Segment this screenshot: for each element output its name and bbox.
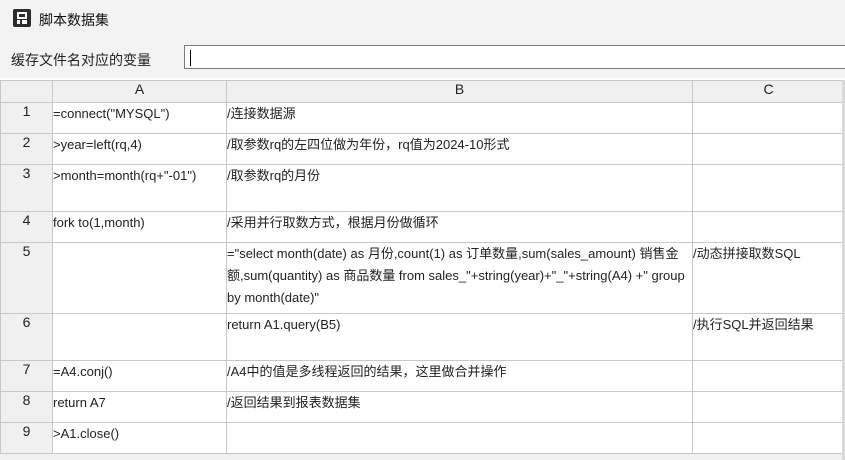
- title-bar: 脚本数据集: [0, 0, 845, 38]
- cell-a3[interactable]: >month=month(rq+"-01"): [52, 164, 227, 212]
- cell-c7[interactable]: [692, 360, 845, 392]
- cell-b8[interactable]: /返回结果到报表数据集: [226, 391, 693, 423]
- cell-b3[interactable]: /取参数rq的月份: [226, 164, 693, 212]
- cell-b6[interactable]: return A1.query(B5): [226, 313, 693, 361]
- cell-a7[interactable]: =A4.conj(): [52, 360, 227, 392]
- table-row: 1 =connect("MYSQL") /连接数据源: [0, 102, 845, 134]
- table-row: 7 =A4.conj() /A4中的值是多线程返回的结果，这里做合并操作: [0, 360, 845, 392]
- variable-label: 缓存文件名对应的变量: [11, 52, 151, 68]
- window-title: 脚本数据集: [39, 12, 109, 28]
- cell-b2[interactable]: /取参数rq的左四位做为年份，rq值为2024-10形式: [226, 133, 693, 165]
- cell-c9[interactable]: [692, 422, 845, 454]
- row-header[interactable]: 8: [0, 391, 53, 423]
- cell-b7[interactable]: /A4中的值是多线程返回的结果，这里做合并操作: [226, 360, 693, 392]
- row-header[interactable]: 9: [0, 422, 53, 454]
- row-header[interactable]: 6: [0, 313, 53, 361]
- column-header-a[interactable]: A: [52, 80, 227, 103]
- cell-a4[interactable]: fork to(1,month): [52, 211, 227, 243]
- cell-b9[interactable]: [226, 422, 693, 454]
- row-header[interactable]: 2: [0, 133, 53, 165]
- cell-b4[interactable]: /采用并行取数方式，根据月份做循环: [226, 211, 693, 243]
- cell-c1[interactable]: [692, 102, 845, 134]
- table-row: 4 fork to(1,month) /采用并行取数方式，根据月份做循环: [0, 211, 845, 243]
- cell-c2[interactable]: [692, 133, 845, 165]
- table-row: 9 >A1.close(): [0, 422, 845, 454]
- cell-c8[interactable]: [692, 391, 845, 423]
- cell-a1[interactable]: =connect("MYSQL"): [52, 102, 227, 134]
- cell-a2[interactable]: >year=left(rq,4): [52, 133, 227, 165]
- cell-c5[interactable]: /动态拼接取数SQL: [692, 242, 845, 314]
- grid-corner[interactable]: [0, 80, 53, 103]
- column-header-c[interactable]: C: [692, 80, 845, 103]
- column-header-b[interactable]: B: [226, 80, 693, 103]
- table-row: 8 return A7 /返回结果到报表数据集: [0, 391, 845, 423]
- row-header[interactable]: 3: [0, 164, 53, 212]
- cell-a9[interactable]: >A1.close(): [52, 422, 227, 454]
- cell-a5[interactable]: [52, 242, 227, 314]
- table-row: 5 ="select month(date) as 月份,count(1) as…: [0, 242, 845, 314]
- cell-b5[interactable]: ="select month(date) as 月份,count(1) as 订…: [226, 242, 693, 314]
- cell-b1[interactable]: /连接数据源: [226, 102, 693, 134]
- table-row: 3 >month=month(rq+"-01") /取参数rq的月份: [0, 164, 845, 212]
- variable-bar: 缓存文件名对应的变量: [0, 38, 845, 78]
- cell-c4[interactable]: [692, 211, 845, 243]
- cell-c6[interactable]: /执行SQL并返回结果: [692, 313, 845, 361]
- row-header[interactable]: 5: [0, 242, 53, 314]
- cell-a8[interactable]: return A7: [52, 391, 227, 423]
- script-grid-table: A B C 1 =connect("MYSQL") /连接数据源 2 >year…: [0, 80, 845, 454]
- table-row: 6 return A1.query(B5) /执行SQL并返回结果: [0, 313, 845, 361]
- variable-input[interactable]: [184, 45, 845, 69]
- row-header[interactable]: 7: [0, 360, 53, 392]
- table-row: 2 >year=left(rq,4) /取参数rq的左四位做为年份，rq值为20…: [0, 133, 845, 165]
- text-caret: [190, 50, 191, 66]
- script-grid: A B C 1 =connect("MYSQL") /连接数据源 2 >year…: [0, 80, 845, 460]
- cell-c3[interactable]: [692, 164, 845, 212]
- row-header[interactable]: 4: [0, 211, 53, 243]
- app-icon: [13, 9, 31, 27]
- row-header[interactable]: 1: [0, 102, 53, 134]
- cell-a6[interactable]: [52, 313, 227, 361]
